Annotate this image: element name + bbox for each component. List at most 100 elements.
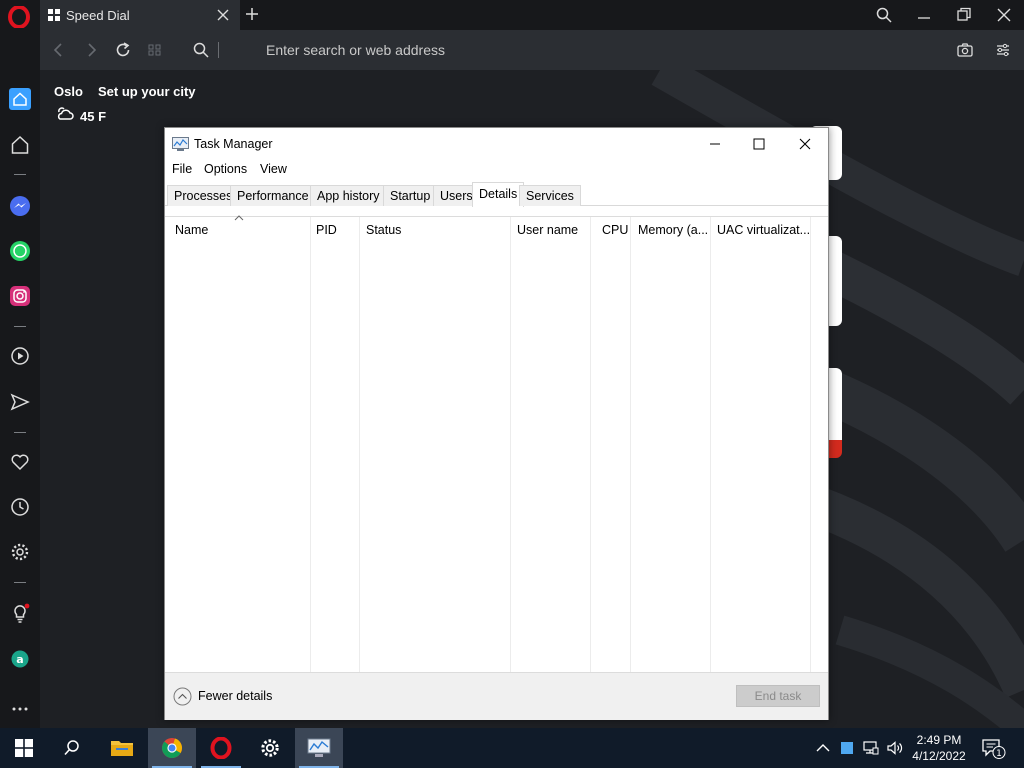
restore-icon[interactable] bbox=[955, 6, 973, 24]
show-hidden-icons-chevron-icon[interactable] bbox=[814, 739, 832, 757]
minimize-icon[interactable] bbox=[915, 6, 933, 24]
address-bar bbox=[40, 30, 1024, 70]
column-divider[interactable] bbox=[630, 217, 631, 672]
player-icon[interactable] bbox=[9, 345, 31, 367]
column-divider[interactable] bbox=[710, 217, 711, 672]
column-header-memory[interactable]: Memory (a... bbox=[638, 223, 708, 237]
weather-temperature: 45 F bbox=[80, 109, 107, 124]
search-tabs-icon[interactable] bbox=[875, 6, 893, 24]
task-manager-window: Task Manager File Options View Processes… bbox=[164, 127, 829, 720]
address-separator bbox=[218, 42, 219, 58]
new-tab-icon[interactable] bbox=[244, 6, 260, 22]
task-manager-title: Task Manager bbox=[194, 137, 273, 151]
network-icon[interactable] bbox=[862, 739, 880, 757]
taskbar-search-button[interactable] bbox=[48, 728, 96, 768]
tm-minimize-icon[interactable] bbox=[706, 135, 724, 153]
settings-gear-icon[interactable] bbox=[9, 541, 31, 563]
easy-setup-icon[interactable] bbox=[994, 41, 1012, 59]
chrome-icon bbox=[162, 738, 183, 759]
opera-logo-icon[interactable] bbox=[8, 6, 30, 28]
volume-icon[interactable] bbox=[886, 739, 904, 757]
column-divider[interactable] bbox=[510, 217, 511, 672]
taskbar-opera[interactable] bbox=[197, 728, 245, 768]
tab-services[interactable]: Services bbox=[519, 185, 581, 206]
column-header-uac-virtualization[interactable]: UAC virtualizat... bbox=[717, 223, 810, 237]
instagram-icon[interactable] bbox=[9, 285, 31, 307]
column-divider[interactable] bbox=[590, 217, 591, 672]
tray-app-icon[interactable] bbox=[838, 739, 856, 757]
taskbar-settings[interactable] bbox=[246, 728, 294, 768]
tab-close-icon[interactable] bbox=[216, 8, 230, 22]
sidebar-separator bbox=[14, 326, 26, 327]
heart-icon[interactable] bbox=[9, 451, 31, 473]
browser-tab-bar: Speed Dial bbox=[0, 0, 1024, 30]
cloud-sun-icon bbox=[57, 107, 74, 120]
settings-gear-icon bbox=[261, 739, 279, 757]
tm-close-icon[interactable] bbox=[796, 135, 814, 153]
column-divider[interactable] bbox=[310, 217, 311, 672]
tab-processes[interactable]: Processes bbox=[167, 185, 240, 206]
svg-text:a: a bbox=[16, 653, 23, 666]
notification-count: 1 bbox=[996, 749, 1002, 759]
aria-icon[interactable]: a bbox=[9, 648, 31, 670]
tiles-icon[interactable] bbox=[146, 41, 164, 59]
column-header-cpu[interactable]: CPU bbox=[602, 223, 628, 237]
fewer-details-link[interactable]: Fewer details bbox=[198, 689, 272, 703]
windows-taskbar: 2:49 PM 4/12/2022 1 bbox=[0, 728, 1024, 768]
speed-dial-icon bbox=[48, 9, 60, 21]
menu-file[interactable]: File bbox=[172, 162, 192, 176]
task-manager-titlebar[interactable]: Task Manager bbox=[165, 128, 828, 160]
clock-date: 4/12/2022 bbox=[912, 749, 966, 763]
column-divider[interactable] bbox=[810, 217, 811, 672]
collapse-chevron-icon[interactable] bbox=[173, 687, 192, 706]
address-input[interactable] bbox=[266, 40, 866, 60]
tab-speed-dial[interactable]: Speed Dial bbox=[40, 0, 240, 30]
column-divider[interactable] bbox=[359, 217, 360, 672]
back-icon[interactable] bbox=[50, 41, 68, 59]
column-header-name[interactable]: Name bbox=[175, 223, 208, 237]
start-button[interactable] bbox=[0, 728, 48, 768]
tab-details[interactable]: Details bbox=[472, 182, 525, 207]
whatsapp-icon[interactable] bbox=[9, 240, 31, 262]
taskbar-task-manager[interactable] bbox=[295, 728, 343, 768]
windows-logo-icon bbox=[15, 739, 33, 757]
forward-icon[interactable] bbox=[82, 41, 100, 59]
tab-app-history[interactable]: App history bbox=[310, 185, 387, 206]
folder-icon bbox=[111, 741, 133, 756]
menu-view[interactable]: View bbox=[260, 162, 287, 176]
sort-ascending-icon bbox=[234, 215, 244, 221]
task-manager-tabs: Processes Performance App history Startu… bbox=[165, 182, 828, 207]
opera-icon bbox=[210, 737, 232, 759]
taskbar-file-explorer[interactable] bbox=[98, 728, 146, 768]
menu-options[interactable]: Options bbox=[204, 162, 247, 176]
history-clock-icon[interactable] bbox=[9, 496, 31, 518]
send-flow-icon[interactable] bbox=[9, 391, 31, 413]
column-header-pid[interactable]: PID bbox=[316, 223, 337, 237]
taskbar-clock[interactable]: 2:49 PM 4/12/2022 bbox=[906, 732, 972, 764]
column-header-user-name[interactable]: User name bbox=[517, 223, 578, 237]
weather-city: Oslo bbox=[54, 84, 83, 99]
sidebar-separator bbox=[14, 432, 26, 433]
action-center-icon[interactable]: 1 bbox=[982, 738, 1006, 760]
lightbulb-tips-icon[interactable] bbox=[9, 602, 31, 624]
taskbar-chrome[interactable] bbox=[148, 728, 196, 768]
snapshot-camera-icon[interactable] bbox=[956, 41, 974, 59]
close-window-icon[interactable] bbox=[995, 6, 1013, 24]
tm-maximize-icon[interactable] bbox=[750, 135, 768, 153]
search-icon bbox=[64, 740, 79, 756]
more-options-icon[interactable] bbox=[9, 698, 31, 720]
column-header-status[interactable]: Status bbox=[366, 223, 401, 237]
tab-startup[interactable]: Startup bbox=[383, 185, 438, 206]
tab-performance[interactable]: Performance bbox=[230, 185, 316, 206]
search-icon bbox=[193, 42, 209, 58]
speed-dial-home-icon[interactable] bbox=[9, 88, 31, 110]
details-table: Name PID Status User name CPU Memory (a.… bbox=[165, 215, 828, 672]
sidebar-separator bbox=[14, 582, 26, 583]
reload-icon[interactable] bbox=[114, 41, 132, 59]
weather-setup-city-link[interactable]: Set up your city bbox=[98, 84, 196, 99]
clock-time: 2:49 PM bbox=[916, 733, 962, 747]
end-task-button[interactable]: End task bbox=[736, 685, 820, 707]
tab-title: Speed Dial bbox=[66, 7, 130, 23]
messenger-icon[interactable] bbox=[9, 195, 31, 217]
bookmarks-icon[interactable] bbox=[9, 134, 31, 156]
